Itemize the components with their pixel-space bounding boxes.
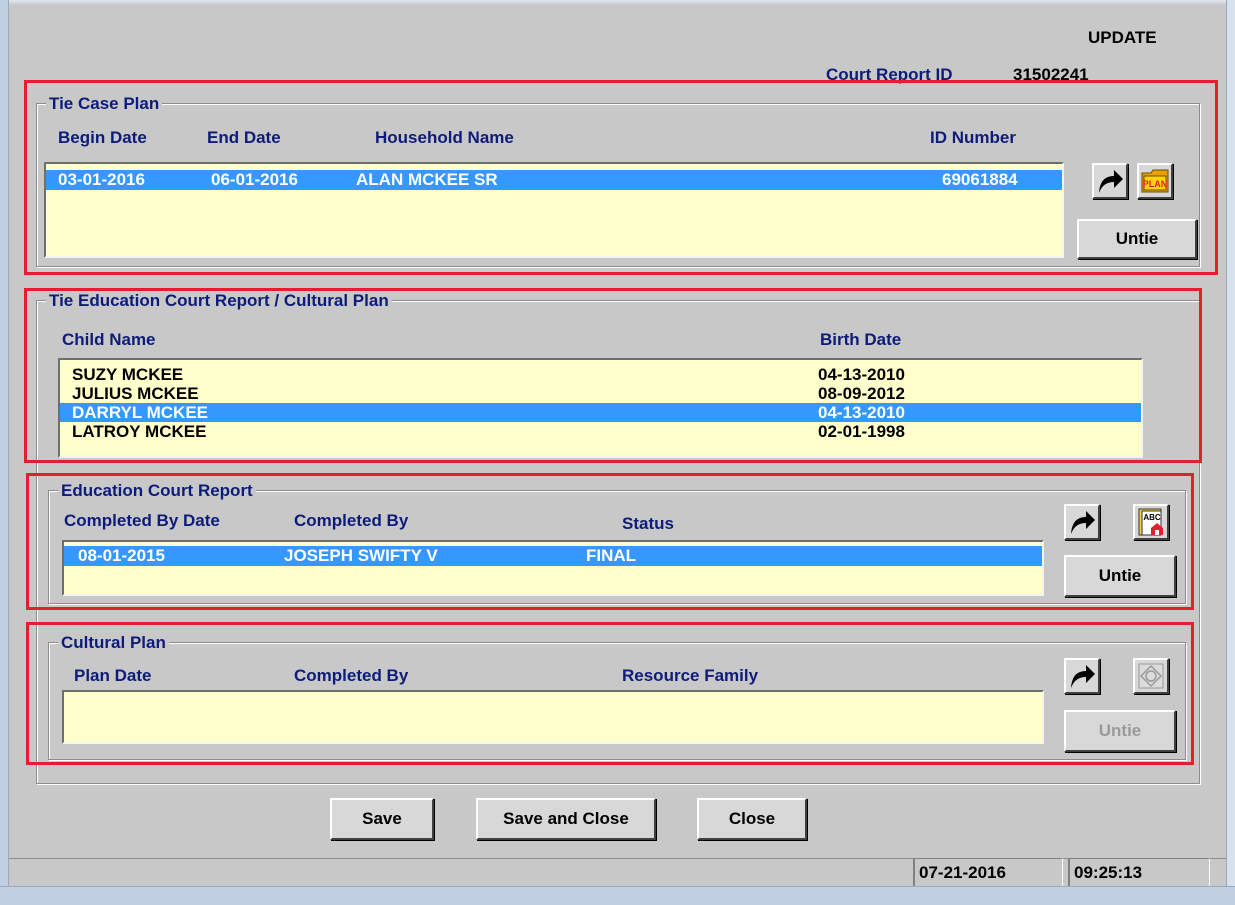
window: UPDATE Court Report ID 31502241 Tie Educ…: [0, 0, 1235, 905]
child-birth-date: 04-13-2010: [818, 365, 905, 384]
education-report-list[interactable]: 08-01-2015 JOSEPH SWIFTY V FINAL: [62, 540, 1044, 596]
report-completed-by: JOSEPH SWIFTY V: [284, 546, 438, 565]
cultural-plan-list[interactable]: [62, 690, 1044, 744]
window-top-edge: [0, 0, 1235, 5]
col-status: Status: [622, 514, 674, 533]
arrow-icon: [1071, 665, 1095, 688]
window-right-edge: [1226, 0, 1235, 905]
education-report-untie-button[interactable]: Untie: [1064, 555, 1176, 597]
cultural-plan-goto-button[interactable]: [1064, 658, 1100, 694]
col-plan-date: Plan Date: [74, 666, 152, 685]
child-name: JULIUS MCKEE: [72, 384, 199, 403]
status-date: 07-21-2016: [913, 858, 1063, 886]
child-row[interactable]: JULIUS MCKEE 08-09-2012: [60, 384, 1141, 403]
col-id-number: ID Number: [930, 128, 1016, 147]
child-birth-date: 02-01-1998: [818, 422, 905, 441]
education-report-goto-button[interactable]: [1064, 504, 1100, 540]
status-time: 09:25:13: [1068, 858, 1210, 886]
cultural-plan-open-button[interactable]: [1133, 658, 1169, 694]
col-child-name: Child Name: [62, 330, 156, 349]
cultural-plan-untie-button[interactable]: Untie: [1064, 710, 1176, 752]
court-report-id-value: 31502241: [1013, 65, 1089, 84]
child-name: LATROY MCKEE: [72, 422, 207, 441]
case-plan-open-button[interactable]: PLAN: [1137, 163, 1173, 199]
case-household-name: ALAN MCKEE SR: [356, 170, 498, 189]
cultural-plan-title: Cultural Plan: [58, 634, 169, 652]
col-household-name: Household Name: [375, 128, 514, 147]
arrow-icon: [1099, 170, 1123, 193]
arrow-icon: [1071, 511, 1095, 534]
case-plan-row[interactable]: 03-01-2016 06-01-2016 ALAN MCKEE SR 6906…: [46, 170, 1062, 190]
case-plan-goto-button[interactable]: [1092, 163, 1128, 199]
children-list[interactable]: SUZY MCKEE 04-13-2010 JULIUS MCKEE 08-09…: [58, 358, 1143, 458]
case-begin-date: 03-01-2016: [58, 170, 145, 189]
col-completed-by-date: Completed By Date: [64, 511, 220, 530]
col-plan-completed-by: Completed By: [294, 666, 409, 685]
report-completed-date: 08-01-2015: [78, 546, 165, 565]
mode-label: UPDATE: [1088, 28, 1157, 47]
svg-text:ABC: ABC: [1143, 513, 1161, 522]
education-court-report-title: Education Court Report: [58, 482, 256, 500]
col-begin-date: Begin Date: [58, 128, 147, 147]
tie-education-title: Tie Education Court Report / Cultural Pl…: [46, 292, 392, 310]
tie-case-plan-title: Tie Case Plan: [46, 95, 163, 113]
education-report-row[interactable]: 08-01-2015 JOSEPH SWIFTY V FINAL: [64, 546, 1042, 566]
child-name: DARRYL MCKEE: [72, 403, 209, 422]
case-plan-list[interactable]: 03-01-2016 06-01-2016 ALAN MCKEE SR 6906…: [44, 162, 1064, 258]
child-birth-date: 08-09-2012: [818, 384, 905, 403]
col-resource-family: Resource Family: [622, 666, 759, 685]
col-completed-by: Completed By: [294, 511, 409, 530]
window-left-edge: [0, 0, 9, 905]
education-report-open-button[interactable]: ABC: [1133, 504, 1169, 540]
abc-report-icon: ABC: [1138, 508, 1163, 536]
child-row[interactable]: LATROY MCKEE 02-01-1998: [60, 422, 1141, 441]
case-plan-untie-button[interactable]: Untie: [1077, 219, 1197, 259]
plan-icon: PLAN: [1141, 169, 1169, 193]
col-end-date: End Date: [207, 128, 281, 147]
col-birth-date: Birth Date: [820, 330, 902, 349]
report-status: FINAL: [586, 546, 637, 565]
cultural-plan-icon: [1138, 663, 1164, 689]
court-report-id-label: Court Report ID: [826, 65, 953, 84]
case-id-number: 69061884: [942, 170, 1018, 189]
svg-text:PLAN: PLAN: [1143, 179, 1168, 189]
save-button[interactable]: Save: [330, 798, 434, 840]
close-button[interactable]: Close: [697, 798, 807, 840]
child-row[interactable]: SUZY MCKEE 04-13-2010: [60, 365, 1141, 384]
case-end-date: 06-01-2016: [211, 170, 298, 189]
child-name: SUZY MCKEE: [72, 365, 184, 384]
child-row[interactable]: DARRYL MCKEE 04-13-2010: [60, 403, 1141, 422]
child-birth-date: 04-13-2010: [818, 403, 905, 422]
window-bottom-edge: [0, 886, 1235, 905]
save-and-close-button[interactable]: Save and Close: [476, 798, 656, 840]
